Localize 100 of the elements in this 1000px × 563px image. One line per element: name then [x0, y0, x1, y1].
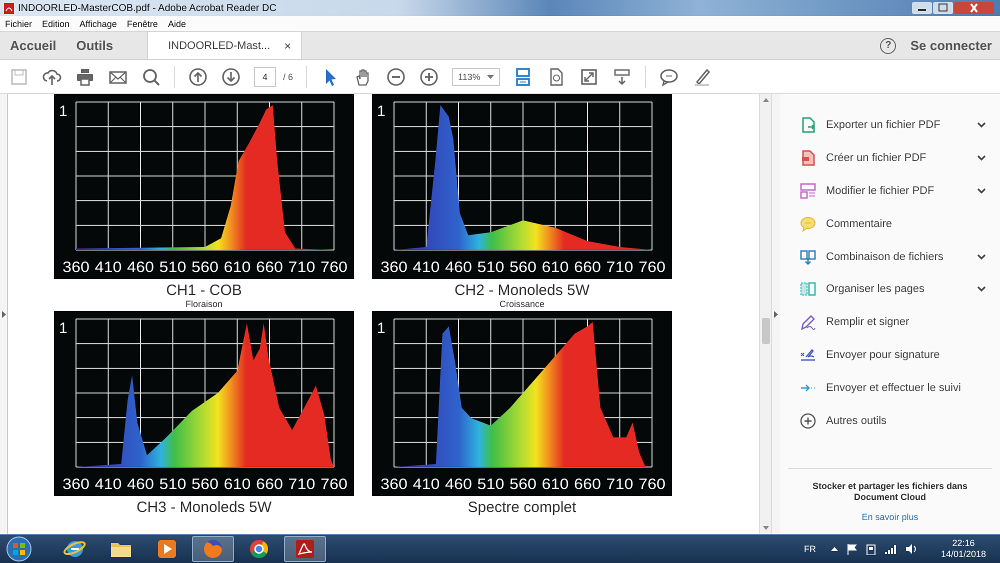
tool-item[interactable]: Envoyer et effectuer le suivi: [800, 371, 986, 404]
menu-item[interactable]: Fichier: [5, 18, 32, 28]
tool-item[interactable]: Exporter un fichier PDF: [800, 109, 986, 142]
tool-item[interactable]: Autres outils: [800, 404, 986, 437]
axis-label: 710: [606, 259, 632, 276]
taskbar-app[interactable]: [284, 536, 326, 562]
arrow-down-icon[interactable]: [221, 66, 241, 86]
learn-more-link[interactable]: En savoir plus: [862, 512, 918, 522]
scroll-up-icon[interactable]: [762, 98, 768, 102]
caret-icon: [487, 74, 494, 78]
close-tab-button[interactable]: ×: [284, 38, 292, 52]
chevron-down-icon[interactable]: [977, 122, 986, 128]
tool-label: Autres outils: [826, 414, 887, 427]
tab[interactable]: INDOORLED-Mast... ×: [147, 32, 302, 59]
tool-label: Remplir et signer: [826, 316, 910, 328]
flag-icon[interactable]: [846, 544, 857, 554]
scroll-mode-icon[interactable]: [612, 66, 632, 86]
start-button-icon[interactable]: [6, 536, 32, 562]
arrow-up-icon[interactable]: [188, 66, 208, 86]
zoom-in-icon[interactable]: [419, 66, 440, 86]
axis-label: 660: [256, 259, 282, 276]
tool-label: Exporter un fichier PDF: [826, 119, 940, 132]
pen-icon[interactable]: [692, 66, 712, 86]
zoom-dropdown[interactable]: 113%: [452, 68, 500, 86]
close-icon[interactable]: [954, 2, 994, 14]
axis-label: 360: [380, 259, 406, 276]
tool-label: Envoyer et effectuer le suivi: [826, 382, 961, 394]
axis-label: 460: [445, 259, 470, 276]
document-reader-icon: [293, 537, 317, 561]
axis-label: 1: [377, 320, 386, 337]
axis-label: 660: [256, 476, 282, 493]
tool-item[interactable]: Créer un fichier PDF: [800, 142, 986, 175]
axis-label: 410: [412, 476, 438, 493]
menu-item[interactable]: Edition: [42, 18, 70, 28]
tool-item[interactable]: Envoyer pour signature: [800, 338, 986, 372]
zoom-out-icon[interactable]: [386, 66, 406, 86]
chevron-down-icon[interactable]: [977, 188, 986, 194]
search-icon[interactable]: [141, 66, 161, 86]
pen-icon: [800, 314, 816, 330]
axis-label: 410: [94, 476, 120, 493]
tool-item[interactable]: Remplir et signer: [800, 306, 986, 339]
axis-label: 660: [574, 476, 600, 493]
sign-in-link[interactable]: Se connecter: [910, 38, 992, 53]
axis-label: 560: [510, 476, 535, 493]
tool-item[interactable]: Commentaire: [800, 207, 986, 240]
axis-label: 510: [159, 259, 184, 276]
tool-label: Commentaire: [826, 218, 892, 230]
axis-label: 410: [412, 259, 438, 276]
axis-label: 760: [320, 476, 346, 493]
speaker-icon[interactable]: [906, 544, 918, 554]
axis-label: 410: [94, 259, 120, 276]
tab-label[interactable]: INDOORLED-Mast...: [168, 40, 270, 52]
tool-item[interactable]: Combinaison de fichiers: [800, 240, 986, 273]
printer-icon[interactable]: [75, 66, 95, 86]
axis-label: 710: [288, 476, 314, 493]
caret-up-icon[interactable]: [830, 547, 838, 551]
language-indicator[interactable]: FR: [804, 544, 816, 554]
chart-title: CH2 - Monoleds 5W: [454, 282, 590, 299]
maximize-icon[interactable]: [933, 2, 953, 14]
minimize-icon[interactable]: [912, 2, 932, 14]
help-button[interactable]: ?: [880, 38, 896, 54]
axis-label: 460: [127, 259, 152, 276]
plus-icon: [800, 412, 816, 429]
tool-label: Organiser les pages: [826, 283, 924, 296]
comment-icon[interactable]: [659, 66, 680, 86]
page-count: / 6: [283, 72, 294, 82]
document-icon: [800, 150, 816, 166]
menu-item[interactable]: Aide: [168, 18, 186, 28]
tool-label: Combinaison de fichiers: [826, 250, 944, 263]
axis-label: 760: [320, 259, 346, 276]
chevron-down-icon[interactable]: [977, 254, 986, 260]
signature-icon: [800, 346, 816, 363]
axis-label: 460: [445, 476, 470, 493]
chevron-down-icon[interactable]: [977, 286, 986, 292]
axis-label: 360: [380, 476, 406, 493]
tool-item[interactable]: Modifier le fichier PDF: [800, 174, 986, 208]
scrollbar[interactable]: [759, 94, 771, 534]
page-number-field[interactable]: 4: [254, 66, 276, 86]
layout-icon: [800, 182, 816, 199]
device-icon[interactable]: [866, 544, 876, 554]
clock[interactable]: 22:16 14/01/2018: [940, 538, 986, 560]
collapse-arrow-icon[interactable]: [2, 310, 6, 318]
chevron-down-icon[interactable]: [977, 155, 986, 162]
fox-globe-icon: [201, 537, 225, 561]
menu-item[interactable]: Affichage: [80, 18, 117, 28]
tab[interactable]: Outils: [66, 32, 124, 59]
scroll-down-icon[interactable]: [762, 526, 768, 530]
axis-label: 760: [638, 259, 664, 276]
scrollbar-thumb[interactable]: [762, 318, 770, 344]
expand-arrow-icon[interactable]: [774, 310, 778, 318]
axis-label: 1: [59, 320, 68, 337]
signal-icon[interactable]: [884, 544, 897, 554]
promo-text: Stocker et partager les fichiers dans Document Cloud: [811, 481, 969, 503]
menu-item[interactable]: Fenêtre: [126, 18, 158, 28]
tab[interactable]: Accueil: [0, 32, 66, 59]
full-screen-icon[interactable]: [579, 66, 600, 86]
tool-item[interactable]: Organiser les pages: [800, 272, 986, 306]
axis-label: 360: [62, 259, 88, 276]
axis-label: 560: [510, 259, 535, 276]
axis-label: 560: [192, 476, 217, 493]
